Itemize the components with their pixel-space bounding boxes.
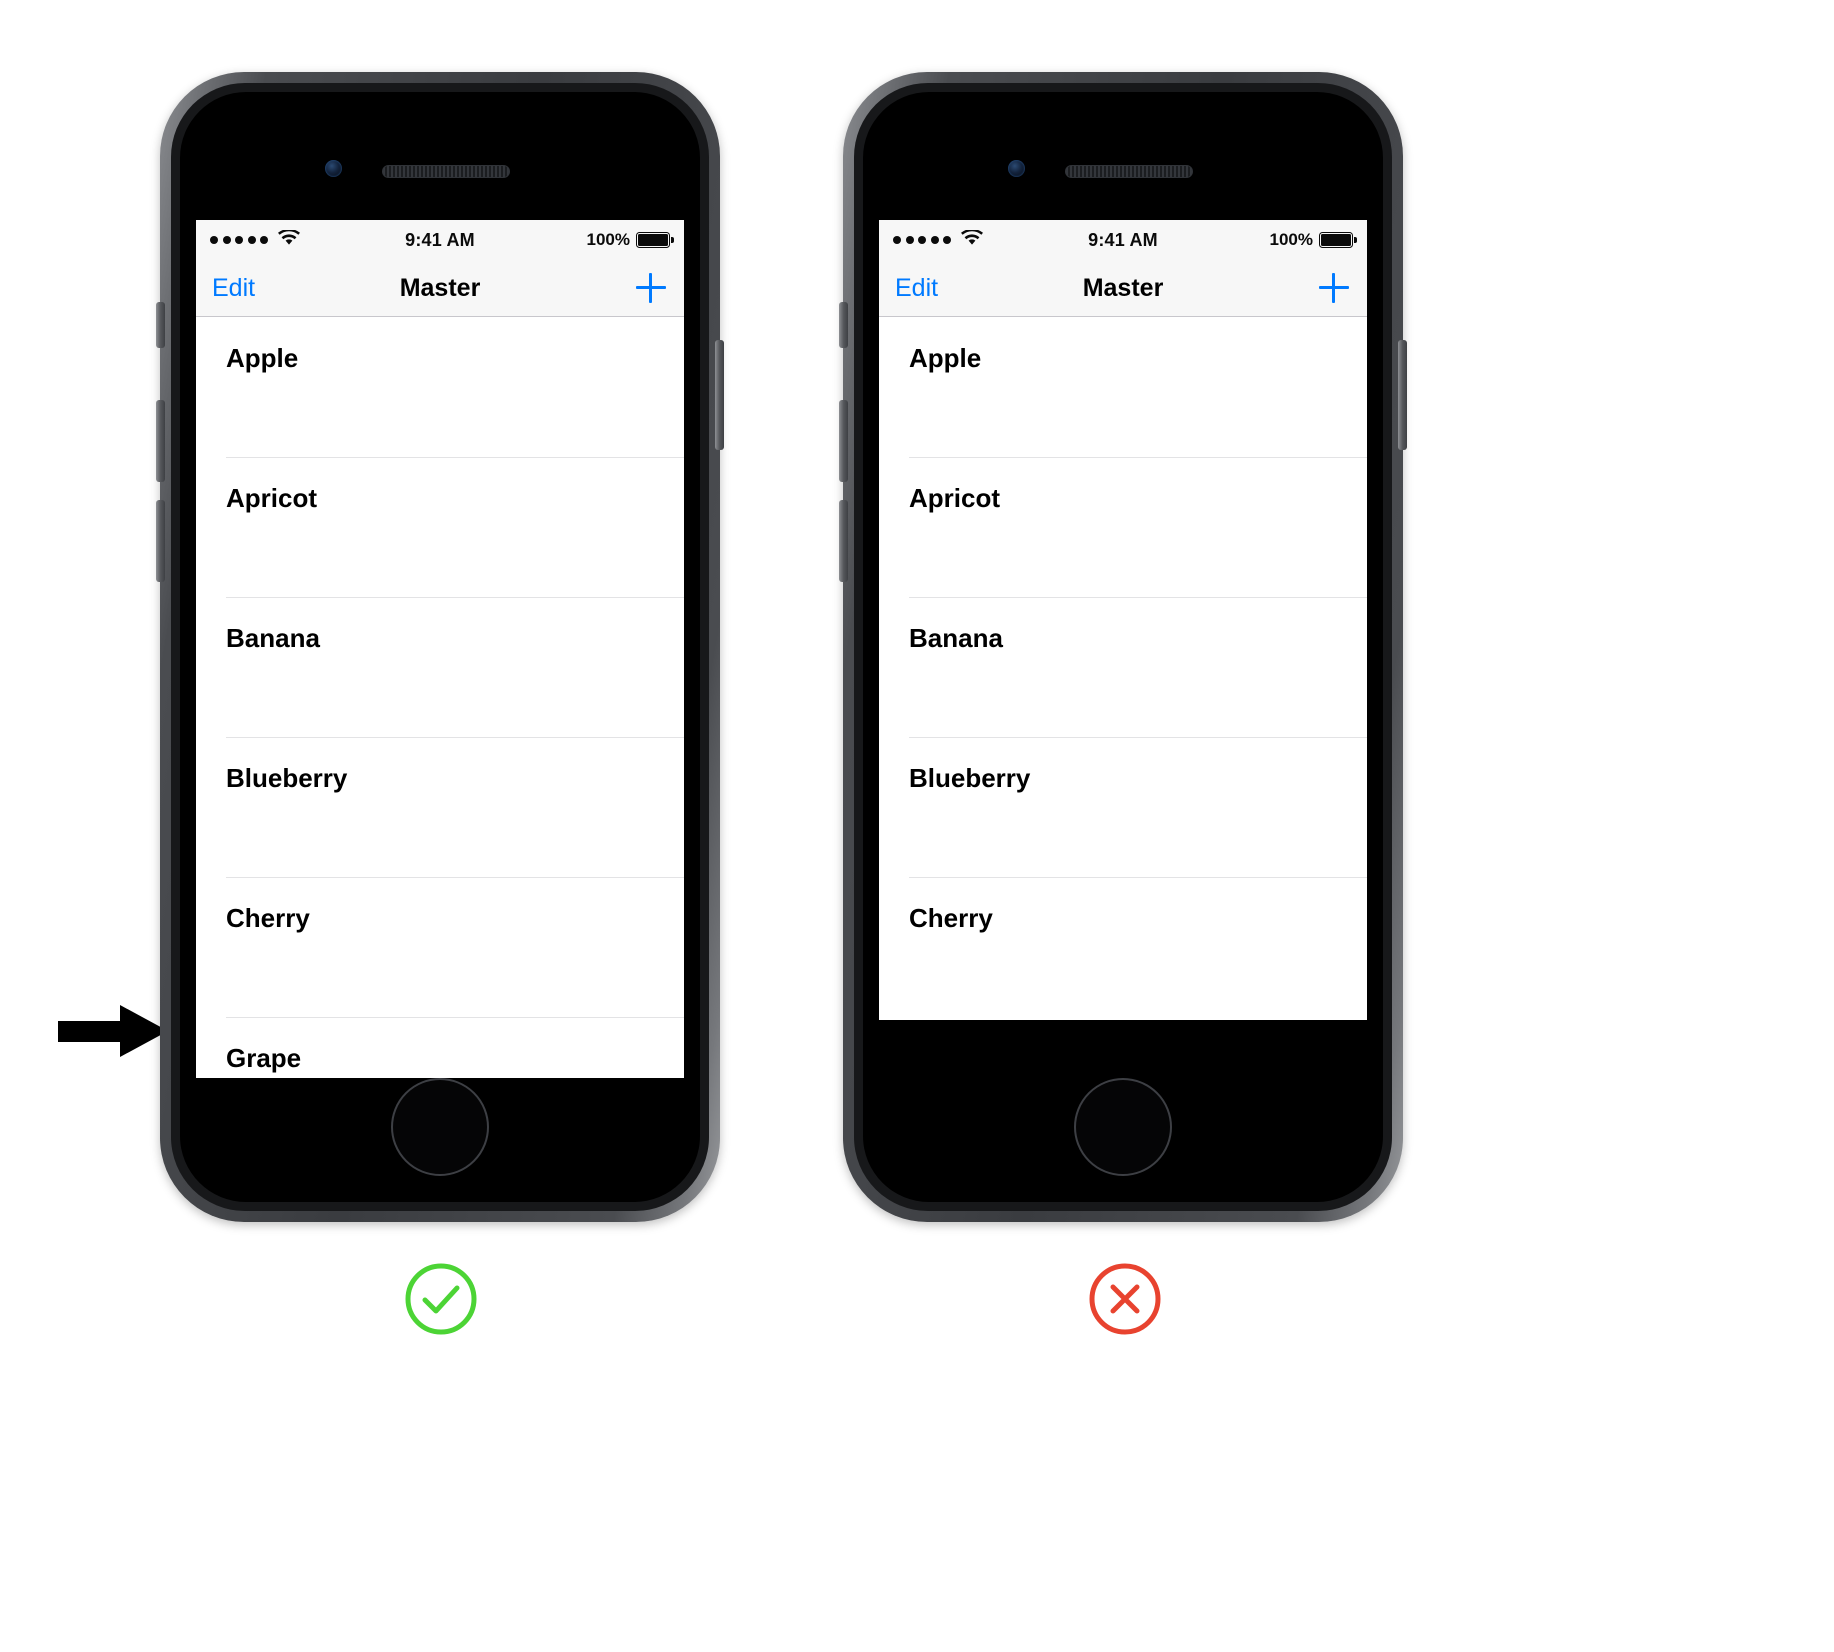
home-button[interactable] bbox=[1074, 1078, 1172, 1176]
add-button[interactable] bbox=[1317, 271, 1351, 305]
list-item[interactable]: Apricot bbox=[879, 457, 1367, 597]
volume-up-button[interactable] bbox=[839, 400, 848, 482]
phone-mockup-good: 9:41 AM 100% Edit Master Apple Apricot B… bbox=[156, 72, 724, 1222]
front-camera-icon bbox=[325, 160, 342, 177]
screenshot-stage: 9:41 AM 100% Edit Master Apple Apricot B… bbox=[0, 0, 1834, 1652]
navigation-bar: Edit Master bbox=[196, 260, 684, 317]
phone-screen-good: 9:41 AM 100% Edit Master Apple Apricot B… bbox=[196, 220, 684, 1078]
arrow-shaft bbox=[58, 1021, 124, 1042]
battery-full-icon bbox=[1319, 232, 1357, 248]
earpiece-speaker bbox=[382, 165, 510, 178]
power-button[interactable] bbox=[1398, 340, 1407, 450]
navigation-bar: Edit Master bbox=[879, 260, 1367, 317]
list-item-label: Cherry bbox=[226, 903, 310, 933]
volume-down-button[interactable] bbox=[839, 500, 848, 582]
add-button[interactable] bbox=[634, 271, 668, 305]
master-list-bad[interactable]: Apple Apricot Banana Blueberry Cherry bbox=[879, 317, 1367, 1017]
right-arrow-icon bbox=[58, 1005, 168, 1057]
list-item[interactable]: Cherry bbox=[196, 877, 684, 1017]
list-item-label: Grape bbox=[226, 1043, 302, 1073]
volume-up-button[interactable] bbox=[156, 400, 165, 482]
master-list-good[interactable]: Apple Apricot Banana Blueberry Cherry Gr… bbox=[196, 317, 684, 1078]
list-item-label: Apple bbox=[909, 343, 982, 373]
mute-switch[interactable] bbox=[839, 302, 848, 348]
status-bar: 9:41 AM 100% bbox=[879, 220, 1367, 260]
earpiece-speaker bbox=[1065, 165, 1193, 178]
status-bar-time: 9:41 AM bbox=[405, 229, 475, 250]
list-item[interactable]: Cherry bbox=[879, 877, 1367, 1017]
status-bar-time: 9:41 AM bbox=[1088, 229, 1158, 250]
plus-icon-horizontal bbox=[1319, 286, 1349, 290]
page-title: Master bbox=[1082, 273, 1164, 302]
front-camera-icon bbox=[1008, 160, 1025, 177]
list-item[interactable]: Banana bbox=[196, 597, 684, 737]
list-item[interactable]: Banana bbox=[879, 597, 1367, 737]
list-item-label: Apricot bbox=[226, 483, 317, 513]
checkmark-circle-icon bbox=[404, 1262, 478, 1336]
list-item-label: Banana bbox=[226, 623, 320, 653]
phone-mockup-bad: 9:41 AM 100% Edit Master Apple Apricot B… bbox=[839, 72, 1407, 1222]
list-item-label: Apple bbox=[226, 343, 299, 373]
page-title: Master bbox=[399, 273, 481, 302]
list-item[interactable]: Apple bbox=[196, 317, 684, 457]
list-item[interactable]: Blueberry bbox=[196, 737, 684, 877]
list-item[interactable]: Blueberry bbox=[879, 737, 1367, 877]
list-item-label: Banana bbox=[909, 623, 1003, 653]
x-circle-icon bbox=[1088, 1262, 1162, 1336]
list-item[interactable]: Grape bbox=[196, 1017, 684, 1078]
volume-down-button[interactable] bbox=[156, 500, 165, 582]
plus-icon-horizontal bbox=[636, 286, 666, 290]
phone-screen-bad: 9:41 AM 100% Edit Master Apple Apricot B… bbox=[879, 220, 1367, 1020]
list-item-label: Blueberry bbox=[909, 763, 1031, 793]
battery-full-icon bbox=[636, 232, 674, 248]
status-bar: 9:41 AM 100% bbox=[196, 220, 684, 260]
list-item-label: Blueberry bbox=[226, 763, 348, 793]
mute-switch[interactable] bbox=[156, 302, 165, 348]
list-item[interactable]: Apple bbox=[879, 317, 1367, 457]
list-item-label: Cherry bbox=[909, 903, 993, 933]
list-item-label: Apricot bbox=[909, 483, 1000, 513]
list-item[interactable]: Apricot bbox=[196, 457, 684, 597]
power-button[interactable] bbox=[715, 340, 724, 450]
home-button[interactable] bbox=[391, 1078, 489, 1176]
